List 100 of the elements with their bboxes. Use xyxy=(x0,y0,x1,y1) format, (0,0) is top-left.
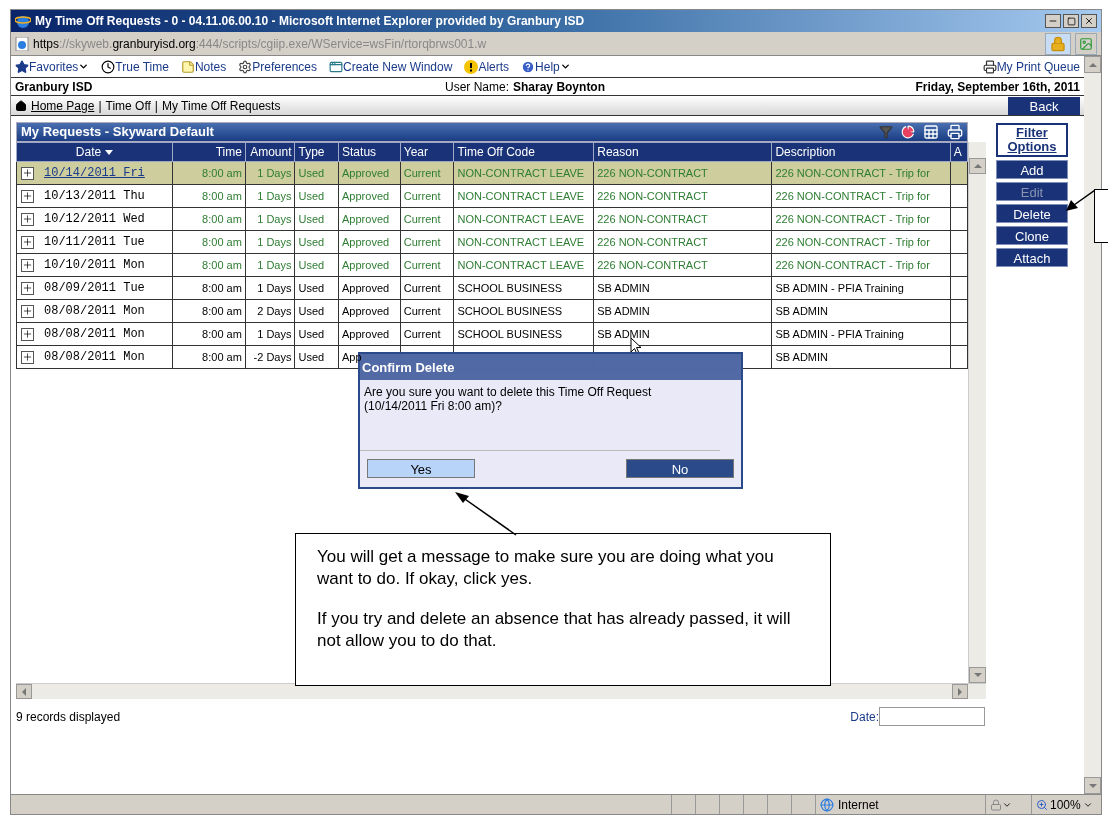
table-cell-text: 10/13/2011 Thu xyxy=(44,188,145,205)
expand-icon[interactable] xyxy=(21,189,34,203)
table-row[interactable]: 10/10/2011 Mon 8:00 am 1 Days Used Approved Current NON-CONTRACT LEAVE 226 NON-CONTRACT 226 NON-CONTRACT - Trip for xyxy=(16,253,968,277)
column-header[interactable]: Year xyxy=(400,142,454,162)
spreadsheet-icon[interactable] xyxy=(923,124,939,140)
table-row[interactable]: 08/08/2011 Mon 8:00 am 1 Days Used Approved Current SCHOOL BUSINESS SB ADMIN SB ADMIN - PFIA Training xyxy=(16,322,968,346)
table-row[interactable]: 10/12/2011 Wed 8:00 am 1 Days Used Approved Current NON-CONTRACT LEAVE 226 NON-CONTRACT 226 NON-CONTRACT - Trip for xyxy=(16,207,968,231)
expand-icon[interactable] xyxy=(21,350,34,364)
table-cell: 8:00 am xyxy=(202,327,242,340)
toolbar-item[interactable]: Favorites xyxy=(15,57,90,76)
callout-text: If you try and delete an absence that has already passed, it will not allow you to do that. xyxy=(317,608,792,652)
table-cell: 8:00 am xyxy=(202,166,242,179)
column-header[interactable]: Reason xyxy=(593,142,772,162)
table-cell: Current xyxy=(403,166,441,179)
table-cell: SB ADMIN - PFIA Training xyxy=(775,281,904,294)
current-date: Friday, September 16th, 2011 xyxy=(915,78,1080,96)
column-header[interactable]: Status xyxy=(338,142,401,162)
table-cell: SB ADMIN - PFIA Training xyxy=(775,327,904,340)
table-cell: 8:00 am xyxy=(202,304,242,317)
column-header[interactable]: Date xyxy=(16,142,173,162)
clock-icon xyxy=(101,59,116,74)
expand-icon[interactable] xyxy=(21,281,34,295)
table-row[interactable]: 10/13/2011 Thu 8:00 am 1 Days Used Approved Current NON-CONTRACT LEAVE 226 NON-CONTRACT 226 NON-CONTRACT - Trip for xyxy=(16,184,968,208)
expand-icon[interactable] xyxy=(21,166,34,180)
help-icon xyxy=(521,59,536,74)
table-cell: SB ADMIN xyxy=(597,304,650,317)
table-cell: Current xyxy=(403,235,441,248)
maximize-button[interactable] xyxy=(1063,14,1079,28)
table-cell-text: 10/11/2011 Tue xyxy=(44,234,145,251)
callout-text: You will get a message to make sure you are doing what you want to do. If okay, click yes. xyxy=(317,546,775,590)
alert-icon xyxy=(464,59,479,74)
star-icon xyxy=(15,59,29,74)
vertical-scrollbar[interactable] xyxy=(968,142,986,683)
zoom-level[interactable]: 100% xyxy=(1050,795,1081,814)
table-cell: SB ADMIN xyxy=(775,304,829,317)
toolbar-item[interactable]: Help xyxy=(521,57,571,76)
toolbar-item[interactable]: True Time xyxy=(101,57,169,76)
column-header[interactable]: Description xyxy=(771,142,951,162)
table-cell-text: 10/12/2011 Wed xyxy=(44,211,145,228)
table-row[interactable]: 10/14/2011 Fri 8:00 am 1 Days Used Approved Current NON-CONTRACT LEAVE 226 NON-CONTRACT 226 NON-CONTRACT - Trip for xyxy=(16,161,968,185)
action-button[interactable]: Add xyxy=(996,160,1068,179)
table-cell: 2 Days xyxy=(257,304,292,317)
page-scrollbar[interactable] xyxy=(1084,56,1101,794)
table-cell: Used xyxy=(298,166,325,179)
action-button[interactable]: Attach xyxy=(996,248,1068,267)
window-icon xyxy=(329,59,343,74)
print-queue-link[interactable]: My Print Queue xyxy=(982,57,1080,76)
toolbar-item[interactable]: Notes xyxy=(180,57,227,76)
toolbar-item[interactable]: Alerts xyxy=(464,57,510,76)
breadcrumb-separator: | xyxy=(98,97,102,115)
table-cell: Used xyxy=(298,350,325,363)
back-button[interactable]: Back xyxy=(1008,96,1080,115)
expand-icon[interactable] xyxy=(21,235,34,249)
breadcrumb-item: Time Off xyxy=(105,97,151,115)
expand-icon[interactable] xyxy=(21,304,34,318)
table-cell: Used xyxy=(298,327,325,340)
date-field[interactable] xyxy=(879,707,985,726)
close-button[interactable] xyxy=(1081,14,1097,28)
table-cell: Used xyxy=(298,258,325,271)
column-header[interactable]: Time Off Code xyxy=(453,142,594,162)
chart-icon[interactable] xyxy=(901,125,915,139)
column-header[interactable]: A xyxy=(950,142,968,162)
column-header[interactable]: Amount xyxy=(245,142,295,162)
toolbar-item[interactable]: Create New Window xyxy=(329,57,453,76)
table-cell: SCHOOL BUSINESS xyxy=(457,304,563,317)
table-row[interactable]: 08/09/2011 Tue 8:00 am 1 Days Used Approved Current SCHOOL BUSINESS SB ADMIN SB ADMIN - PFIA Training xyxy=(16,276,968,300)
table-cell: SB ADMIN xyxy=(775,350,829,363)
table-cell: 8:00 am xyxy=(202,281,242,294)
column-header[interactable]: Type xyxy=(295,142,339,162)
column-header[interactable]: Time xyxy=(172,142,246,162)
table-cell: Approved xyxy=(342,281,390,294)
expand-icon[interactable] xyxy=(21,212,34,226)
table-cell: Used xyxy=(298,304,325,317)
close-icon xyxy=(1084,16,1094,26)
table-row[interactable]: 08/08/2011 Mon 8:00 am 2 Days Used Approved Current SCHOOL BUSINESS SB ADMIN SB ADMIN xyxy=(16,299,968,323)
minimize-button[interactable] xyxy=(1045,14,1061,28)
table-row[interactable]: 10/11/2011 Tue 8:00 am 1 Days Used Approved Current NON-CONTRACT LEAVE 226 NON-CONTRACT 226 NON-CONTRACT - Trip for xyxy=(16,230,968,254)
table-cell: Current xyxy=(403,304,441,317)
table-cell: 226 NON-CONTRACT - Trip for xyxy=(775,258,930,271)
window-title: My Time Off Requests - 0 - 04.11.06.00.10 - Microsoft Internet Explorer provided by Granbury ISD xyxy=(35,13,585,30)
table-cell: NON-CONTRACT LEAVE xyxy=(457,235,585,248)
security-zone: Internet xyxy=(838,796,879,814)
expand-icon[interactable] xyxy=(21,327,34,341)
address-url[interactable]: https://skyweb.granburyisd.org:444/scripts/cgiip.exe/WService=wsFin/rtorqbrws001.w xyxy=(33,34,487,53)
dialog-button[interactable]: No xyxy=(626,459,734,478)
action-button[interactable]: Delete xyxy=(996,204,1068,223)
breadcrumb-link[interactable]: Home Page xyxy=(31,96,95,115)
table-cell-text: 10/10/2011 Mon xyxy=(44,257,145,274)
table-cell: 8:00 am xyxy=(202,350,242,363)
dialog-button[interactable]: Yes xyxy=(367,459,475,478)
printer-icon[interactable] xyxy=(947,124,963,140)
table-cell: 226 NON-CONTRACT xyxy=(597,258,708,271)
action-button[interactable]: Clone xyxy=(996,226,1068,245)
printer-icon xyxy=(982,59,997,74)
table-cell: SCHOOL BUSINESS xyxy=(457,327,563,340)
expand-icon[interactable] xyxy=(21,258,34,272)
zoom-icon xyxy=(1036,798,1048,811)
filter-options-button[interactable]: Filter Options xyxy=(996,123,1068,157)
table-cell: 8:00 am xyxy=(202,212,242,225)
toolbar-item[interactable]: Preferences xyxy=(238,57,317,76)
